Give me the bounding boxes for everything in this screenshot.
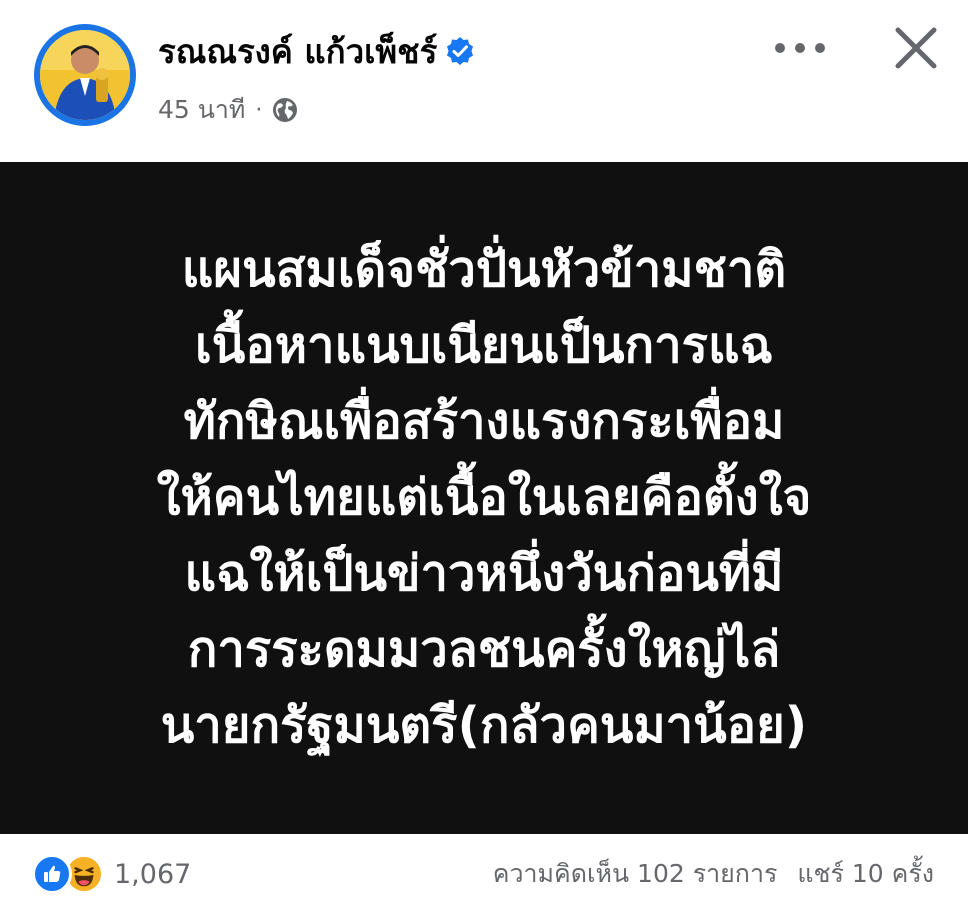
- close-icon: [894, 26, 938, 70]
- reactions-summary[interactable]: 1,067: [32, 854, 191, 894]
- post-line: แฉให้เป็นข่าวหนึ่งวันก่อนที่มี: [184, 545, 784, 602]
- post-header: รณณรงค์ แก้วเพ็ชร์ 45 นาที ·: [0, 0, 968, 160]
- reaction-count: 1,067: [114, 858, 192, 890]
- author-row: รณณรงค์ แก้วเพ็ชร์: [158, 28, 475, 74]
- verified-badge-icon: [445, 36, 475, 66]
- post-body: แผนสมเด็จชั่วปั่นหัวข้ามชาติ เนื้อหาแนบเ…: [157, 232, 812, 764]
- post-footer: 1,067 ความคิดเห็น 102 รายการ แชร์ 10 ครั…: [0, 834, 968, 909]
- author-name[interactable]: รณณรงค์ แก้วเพ็ชร์: [158, 25, 437, 78]
- like-icon: [32, 854, 72, 894]
- close-button[interactable]: [886, 18, 946, 78]
- comments-count-link[interactable]: ความคิดเห็น 102 รายการ: [493, 854, 778, 894]
- post-line: นายกรัฐมนตรี(กลัวคนมาน้อย): [160, 697, 808, 754]
- post-meta: 45 นาที ·: [158, 92, 298, 128]
- timestamp[interactable]: 45 นาที: [158, 90, 245, 130]
- avatar[interactable]: [34, 24, 136, 126]
- post-line: การระดมมวลชนครั้งใหญ่ไล่: [187, 621, 781, 678]
- more-options-button[interactable]: [770, 28, 830, 68]
- avatar-photo: [40, 30, 130, 120]
- post-line: แผนสมเด็จชั่วปั่นหัวข้ามชาติ: [181, 241, 787, 298]
- post-text-card[interactable]: แผนสมเด็จชั่วปั่นหัวข้ามชาติ เนื้อหาแนบเ…: [0, 162, 968, 834]
- post-line: เนื้อหาแนบเนียนเป็นการแฉ: [195, 317, 773, 374]
- engagement-stats: ความคิดเห็น 102 รายการ แชร์ 10 ครั้ง: [493, 854, 934, 894]
- post-line: ทักษิณเพื่อสร้างแรงกระเพื่อม: [183, 393, 785, 450]
- globe-icon[interactable]: [272, 97, 298, 123]
- shares-count-link[interactable]: แชร์ 10 ครั้ง: [797, 854, 934, 894]
- meta-separator: ·: [255, 97, 263, 123]
- more-horizontal-icon: [774, 42, 826, 54]
- post-line: ให้คนไทยแต่เนื้อในเลยคือตั้งใจ: [156, 469, 812, 526]
